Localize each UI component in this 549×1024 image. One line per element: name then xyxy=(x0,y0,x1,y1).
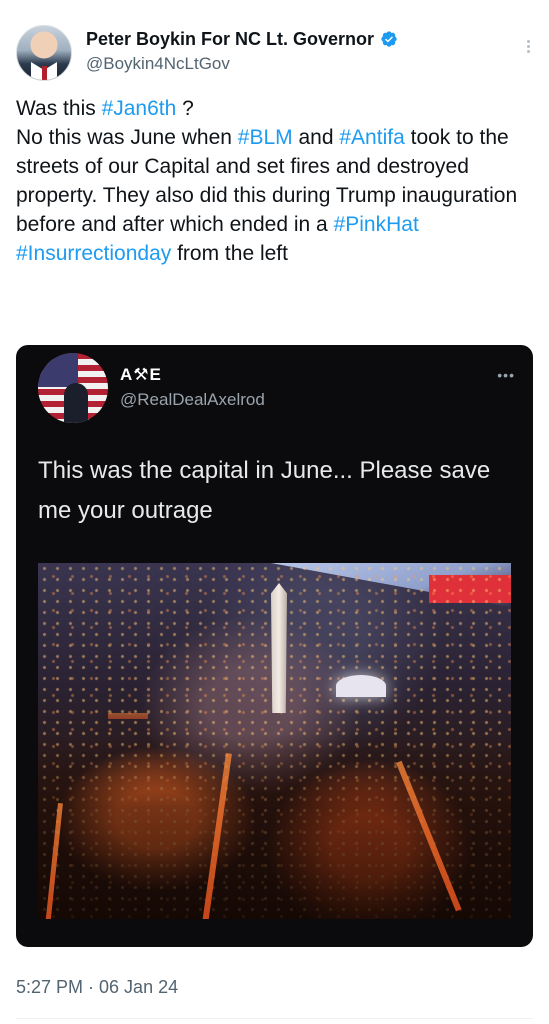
embedded-more-options-icon[interactable]: ••• xyxy=(497,367,515,383)
verified-badge-icon xyxy=(381,31,397,47)
embedded-author-handle[interactable]: @RealDealAxelrod xyxy=(120,390,265,410)
tweet-text-segment: from the left xyxy=(171,242,288,265)
burning-street xyxy=(108,713,148,719)
embedded-author-avatar[interactable] xyxy=(38,353,108,423)
embedded-author-name[interactable]: A⚒E xyxy=(120,365,162,385)
hashtag-jan6th[interactable]: #Jan6th xyxy=(102,97,177,120)
author-handle[interactable]: @Boykin4NcLtGov xyxy=(86,54,230,74)
hashtag-insurrectionday[interactable]: #Insurrectionday xyxy=(16,242,171,265)
author-avatar[interactable] xyxy=(16,25,72,81)
flag-canton xyxy=(38,353,78,387)
tweet-text: Was this #Jan6th ? No this was June when … xyxy=(16,94,536,268)
hashtag-antifa[interactable]: #Antifa xyxy=(339,126,404,149)
city-dark-band xyxy=(38,733,511,919)
hashtag-blm[interactable]: #BLM xyxy=(238,126,293,149)
avatar-tie xyxy=(42,66,47,80)
author-name-row[interactable]: Peter Boykin For NC Lt. Governor xyxy=(86,28,398,50)
tweet-timestamp[interactable]: 5:27 PM · 06 Jan 24 xyxy=(16,977,178,998)
divider xyxy=(16,1018,533,1019)
embedded-tweet-text: This was the capital in June... Please s… xyxy=(38,457,491,524)
tweet-text-segment: and xyxy=(292,126,340,149)
tweet-text-segment: ? xyxy=(176,97,194,120)
washington-monument xyxy=(271,583,287,713)
avatar-figure xyxy=(64,383,88,423)
more-options-icon[interactable] xyxy=(525,38,531,60)
embedded-tweet-image[interactable]: A⚒E @RealDealAxelrod ••• This was the ca… xyxy=(16,345,533,947)
tweet-text-segment: No this was June when xyxy=(16,126,238,149)
tweet-text-segment: Was this xyxy=(16,97,102,120)
capital-night-fire-photo[interactable] xyxy=(38,563,511,919)
author-display-name[interactable]: Peter Boykin For NC Lt. Governor xyxy=(86,29,374,50)
hashtag-pinkhat[interactable]: #PinkHat xyxy=(334,213,419,236)
white-house-glow xyxy=(336,675,386,697)
